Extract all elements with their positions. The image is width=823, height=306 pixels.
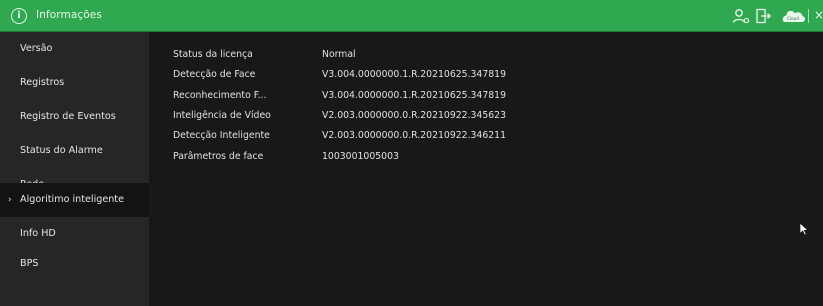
sidebar-item-label: Info HD xyxy=(20,228,56,239)
info-row-value: V2.003.0000000.0.R.20210922.345623 xyxy=(322,110,507,121)
sidebar-item-label: Registros xyxy=(20,77,65,88)
sidebar-item-status-do-alarme[interactable]: Status do Alarme xyxy=(0,134,149,168)
sidebar: Versão Registros Registro de Eventos Sta… xyxy=(0,32,149,306)
info-row-value: V3.004.0000000.1.R.20210625.347819 xyxy=(322,69,507,80)
toolbar-divider xyxy=(808,9,809,23)
info-row-label: Reconhecimento F... xyxy=(173,90,267,101)
sidebar-item-label: Versão xyxy=(20,43,53,54)
info-row-value: 1003001005003 xyxy=(322,151,399,162)
sidebar-item-info-hd[interactable]: Info HD xyxy=(0,217,149,251)
sidebar-item-label: Status do Alarme xyxy=(20,145,103,156)
close-icon[interactable]: × xyxy=(814,8,823,22)
cloud-icon[interactable]: Cloud xyxy=(779,8,807,24)
info-row-label: Detecção de Face xyxy=(173,69,256,80)
mouse-pointer-icon xyxy=(799,222,809,236)
info-row-label: Detecção Inteligente xyxy=(173,130,270,141)
info-icon: i xyxy=(11,8,27,24)
sidebar-item-label: Registro de Eventos xyxy=(20,111,116,122)
chevron-right-icon: › xyxy=(8,195,12,205)
info-row-value: V2.003.0000000.0.R.20210922.346211 xyxy=(322,130,507,141)
exit-icon[interactable] xyxy=(755,8,771,24)
sidebar-item-versao[interactable]: Versão xyxy=(0,32,149,66)
info-row-label: Status da licença xyxy=(173,49,253,60)
sidebar-item-bps[interactable]: BPS xyxy=(0,247,149,281)
sidebar-item-registro-de-eventos[interactable]: Registro de Eventos xyxy=(0,100,149,134)
info-row-label: Parâmetros de face xyxy=(173,151,264,162)
sidebar-item-algoritimo-inteligente[interactable]: › Algoritimo inteligente xyxy=(0,183,149,217)
sidebar-item-label: BPS xyxy=(20,258,39,269)
sidebar-item-registros[interactable]: Registros xyxy=(0,66,149,100)
sidebar-item-label: Algoritimo inteligente xyxy=(20,194,124,205)
window-title: Informações xyxy=(36,9,102,21)
user-settings-icon[interactable] xyxy=(732,8,750,24)
title-bar: i Informações Cloud × xyxy=(0,0,823,32)
info-row-value: Normal xyxy=(322,49,356,60)
info-panel: Status da licença Normal Detecção de Fac… xyxy=(149,32,823,306)
info-row-value: V3.004.0000000.1.R.20210625.347819 xyxy=(322,90,507,101)
cloud-label: Cloud xyxy=(787,16,799,21)
info-row-label: Inteligência de Vídeo xyxy=(173,110,271,121)
